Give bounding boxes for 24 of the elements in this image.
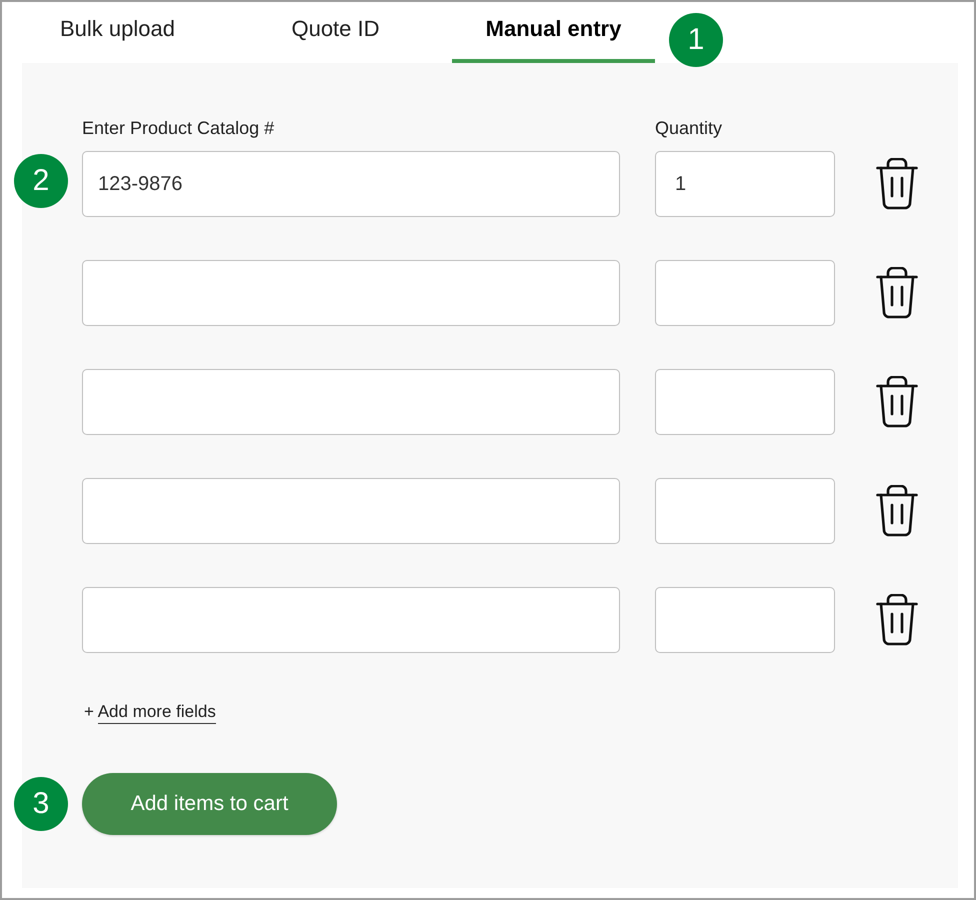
add-items-to-cart-button[interactable]: Add items to cart: [82, 773, 337, 835]
trash-icon[interactable]: [876, 158, 918, 210]
add-more-fields-link[interactable]: + Add more fields: [84, 701, 216, 723]
quantity-field[interactable]: [655, 369, 835, 435]
catalog-number-field[interactable]: [82, 587, 620, 653]
catalog-number-field[interactable]: [82, 260, 620, 326]
catalog-number-label: Enter Product Catalog #: [82, 117, 276, 139]
trash-icon[interactable]: [876, 376, 918, 428]
quantity-field[interactable]: [655, 260, 835, 326]
quantity-field[interactable]: 1: [655, 151, 835, 217]
callout-badge: 2: [14, 154, 68, 208]
trash-icon[interactable]: [876, 485, 918, 537]
catalog-number-field[interactable]: [82, 478, 620, 544]
quantity-field[interactable]: [655, 587, 835, 653]
tab[interactable]: Bulk upload: [16, 2, 219, 63]
callout-badge: 3: [14, 777, 68, 831]
tab[interactable]: Quote ID: [234, 2, 437, 63]
quantity-field[interactable]: [655, 478, 835, 544]
catalog-number-field[interactable]: [82, 369, 620, 435]
callout-badge: 1: [669, 13, 723, 67]
quantity-label: Quantity: [655, 117, 722, 139]
trash-icon[interactable]: [876, 267, 918, 319]
trash-icon[interactable]: [876, 594, 918, 646]
catalog-number-field[interactable]: 123-9876: [82, 151, 620, 217]
